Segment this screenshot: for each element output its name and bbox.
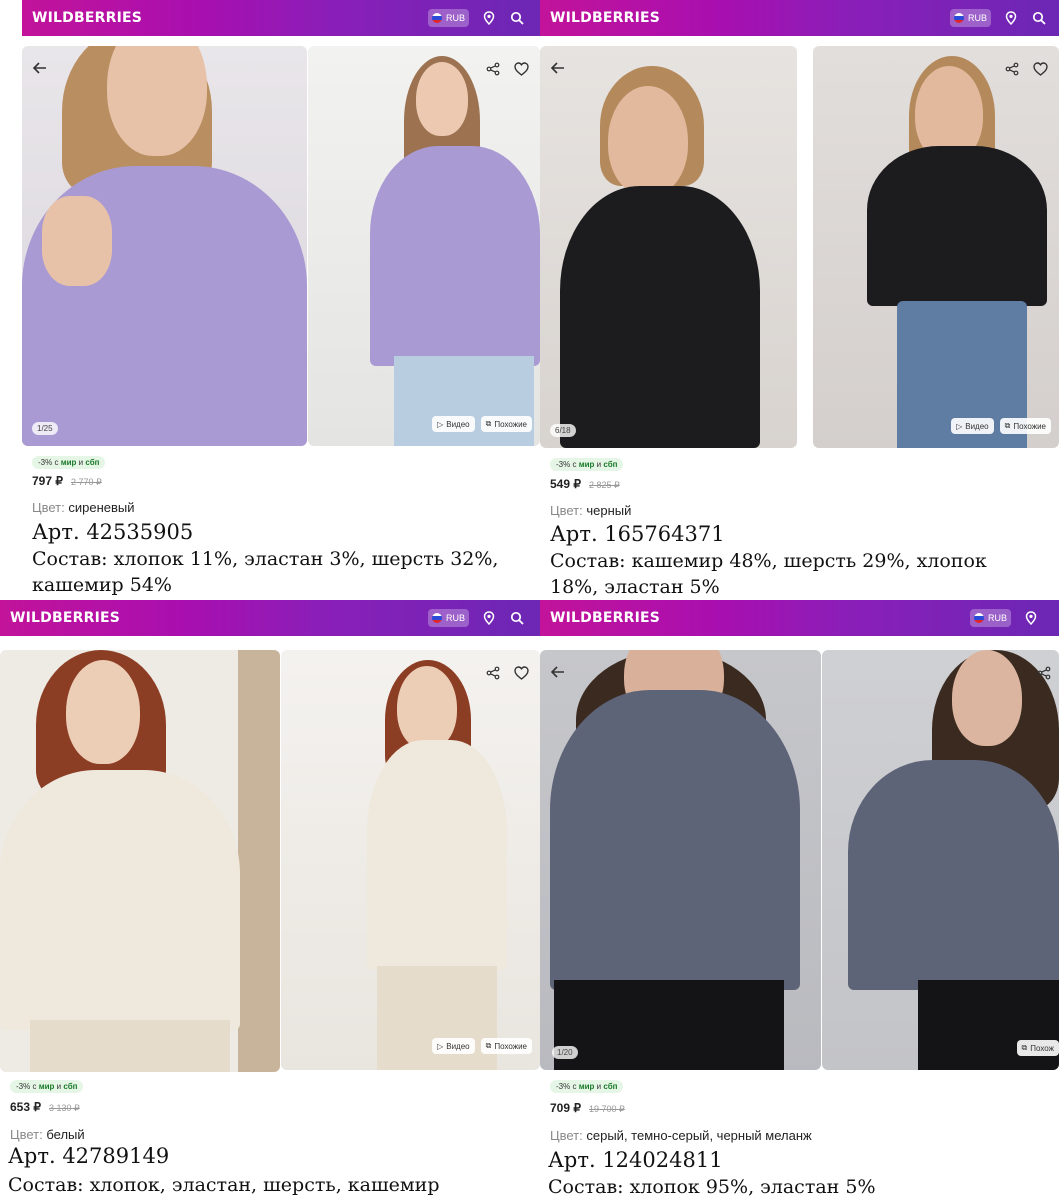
- product-photo-secondary[interactable]: ▷ Видео ⧉ Похожие: [813, 46, 1059, 448]
- color-value: серый, темно-серый, черный меланж: [586, 1128, 812, 1143]
- wildberries-logo[interactable]: WILDBERRIES: [10, 610, 120, 626]
- share-icon[interactable]: [1003, 60, 1021, 78]
- color-info: Цвет: сиреневый: [32, 500, 135, 515]
- color-info: Цвет: серый, темно-серый, черный меланж: [550, 1128, 812, 1143]
- russia-flag-icon: [974, 613, 984, 623]
- similar-search-icon: ⧉: [485, 419, 492, 428]
- product-panel-3: WILDBERRIES RUB ▷ Видео ⧉ Похожие -3% с ми…: [0, 600, 540, 1200]
- russia-flag-icon: [954, 13, 964, 23]
- video-button[interactable]: ▷ Видео: [951, 418, 994, 434]
- current-price: 709 ₽: [550, 1101, 581, 1115]
- similar-search-icon: ⧉: [485, 1041, 492, 1050]
- photo-counter: 6/18: [550, 424, 576, 437]
- product-photo-secondary[interactable]: ⧉ Похож: [822, 650, 1059, 1070]
- color-value: сиреневый: [68, 500, 135, 515]
- old-price: 3 130 ₽: [49, 1103, 80, 1113]
- search-icon[interactable]: [509, 10, 525, 26]
- product-photo-main[interactable]: [0, 650, 280, 1072]
- similar-button[interactable]: ⧉ Похож: [1016, 1040, 1059, 1056]
- product-photo-main[interactable]: 6/18: [540, 46, 797, 448]
- wildberries-logo[interactable]: WILDBERRIES: [32, 10, 142, 26]
- currency-selector[interactable]: RUB: [970, 609, 1012, 627]
- wildberries-logo[interactable]: WILDBERRIES: [550, 10, 660, 26]
- current-price: 653 ₽: [10, 1100, 41, 1114]
- current-price: 549 ₽: [550, 477, 581, 491]
- product-photo-main[interactable]: 1/20: [540, 650, 821, 1070]
- back-arrow-icon[interactable]: [32, 60, 48, 76]
- payment-promo-badge: -3% с мир и сбп: [10, 1080, 84, 1093]
- russia-flag-icon: [432, 13, 442, 23]
- search-icon[interactable]: [509, 610, 525, 626]
- article-number: Арт. 165764371: [550, 522, 725, 546]
- payment-promo-badge: -3% с мир и сбп: [32, 456, 106, 469]
- currency-label: RUB: [988, 613, 1008, 623]
- location-pin-icon[interactable]: [481, 610, 497, 626]
- composition: Состав: хлопок, эластан, шерсть, кашемир: [8, 1174, 440, 1196]
- product-photo-secondary[interactable]: ▷ Видео ⧉ Похожие: [308, 46, 540, 446]
- video-button[interactable]: ▷ Видео: [432, 416, 475, 432]
- article-number: Арт. 42789149: [8, 1144, 170, 1168]
- currency-selector[interactable]: RUB: [428, 609, 470, 627]
- composition: Состав: хлопок 11%, эластан 3%, шерсть 3…: [32, 548, 499, 596]
- article-number: Арт. 42535905: [32, 520, 194, 544]
- old-price: 19 700 ₽: [589, 1104, 625, 1114]
- currency-label: RUB: [446, 13, 466, 23]
- location-pin-icon[interactable]: [1023, 610, 1039, 626]
- color-info: Цвет: белый: [10, 1127, 85, 1142]
- price: 653 ₽ 3 130 ₽: [10, 1100, 80, 1114]
- article-number: Арт. 124024811: [548, 1148, 723, 1172]
- color-value: белый: [46, 1127, 85, 1142]
- product-panel-1: WILDBERRIES RUB 1/25 ▷ Видео ⧉ Похожие -3%…: [0, 0, 540, 600]
- share-icon[interactable]: [484, 60, 502, 78]
- product-photo-secondary[interactable]: ▷ Видео ⧉ Похожие: [281, 650, 540, 1070]
- video-button[interactable]: ▷ Видео: [432, 1038, 475, 1054]
- product-panel-4: WILDBERRIES RUB 1/20 ⧉ Похож -3% с мир и …: [540, 600, 1059, 1200]
- wildberries-logo[interactable]: WILDBERRIES: [550, 610, 660, 626]
- price: 797 ₽ 2 770 ₽: [32, 474, 102, 488]
- share-icon[interactable]: [1035, 664, 1053, 682]
- currency-label: RUB: [968, 13, 988, 23]
- photo-counter: 1/25: [32, 422, 58, 435]
- photo-counter: 1/20: [552, 1046, 578, 1059]
- product-panel-2: WILDBERRIES RUB 6/18 ▷ Видео ⧉ Похожие -3%…: [540, 0, 1059, 600]
- old-price: 2 825 ₽: [589, 480, 620, 490]
- price: 549 ₽ 2 825 ₽: [550, 477, 620, 491]
- composition: Состав: кашемир 48%, шерсть 29%, хлопок …: [550, 550, 987, 598]
- back-arrow-icon[interactable]: [550, 664, 566, 680]
- search-icon[interactable]: [1031, 10, 1047, 26]
- play-icon: ▷: [437, 1041, 444, 1051]
- color-value: черный: [586, 503, 632, 518]
- payment-promo-badge: -3% с мир и сбп: [550, 1080, 624, 1093]
- payment-promo-badge: -3% с мир и сбп: [550, 458, 624, 471]
- share-icon[interactable]: [484, 664, 502, 682]
- similar-search-icon: ⧉: [1004, 421, 1011, 430]
- similar-button[interactable]: ⧉ Похожие: [999, 418, 1051, 434]
- price: 709 ₽ 19 700 ₽: [550, 1101, 625, 1115]
- location-pin-icon[interactable]: [481, 10, 497, 26]
- currency-selector[interactable]: RUB: [950, 9, 992, 27]
- old-price: 2 770 ₽: [71, 477, 102, 487]
- currency-label: RUB: [446, 613, 466, 623]
- current-price: 797 ₽: [32, 474, 63, 488]
- similar-button[interactable]: ⧉ Похожие: [480, 416, 532, 432]
- back-arrow-icon[interactable]: [550, 60, 566, 76]
- product-photo-main[interactable]: 1/25: [22, 46, 307, 446]
- similar-search-icon: ⧉: [1021, 1043, 1028, 1052]
- play-icon: ▷: [437, 419, 444, 429]
- currency-selector[interactable]: RUB: [428, 9, 470, 27]
- similar-button[interactable]: ⧉ Похожие: [480, 1038, 532, 1054]
- play-icon: ▷: [956, 421, 963, 431]
- composition: Состав: хлопок 95%, эластан 5%: [548, 1176, 876, 1198]
- russia-flag-icon: [432, 613, 442, 623]
- color-info: Цвет: черный: [550, 503, 632, 518]
- heart-icon[interactable]: [512, 60, 530, 78]
- location-pin-icon[interactable]: [1003, 10, 1019, 26]
- heart-icon[interactable]: [1031, 60, 1049, 78]
- heart-icon[interactable]: [512, 664, 530, 682]
